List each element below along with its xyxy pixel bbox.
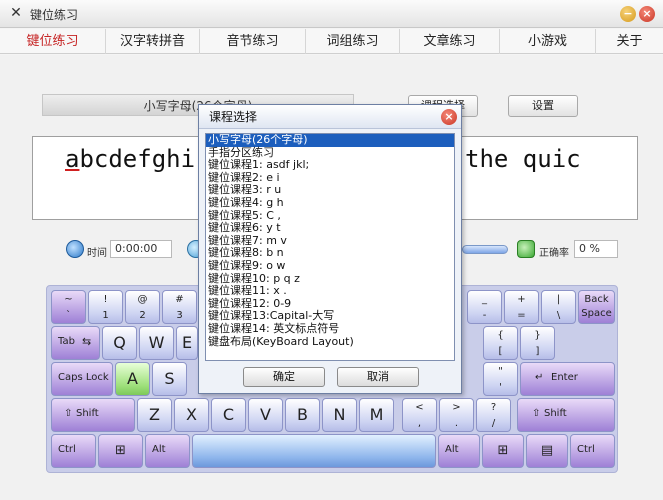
window-title: 键位练习 — [30, 8, 79, 22]
key-1[interactable]: ! 1 — [88, 290, 123, 324]
key-tab[interactable]: Tab ⇆ — [51, 326, 100, 360]
dialog-cancel-button[interactable]: 取消 — [337, 367, 419, 387]
course-item[interactable]: 键位课程6: y t — [206, 222, 454, 235]
settings-button[interactable]: 设置 — [508, 95, 578, 117]
key-quote[interactable]: " ' — [483, 362, 518, 396]
practice-text-end: the quic — [465, 145, 581, 173]
dialog-ok-button[interactable]: 确定 — [243, 367, 325, 387]
key-x[interactable]: X — [174, 398, 209, 432]
menu-article-practice[interactable]: 文章练习 — [400, 29, 500, 54]
course-item[interactable]: 键位课程14: 英文标点符号 — [206, 322, 454, 336]
key-right-win[interactable]: ⊞ — [482, 434, 524, 468]
key-right-bracket[interactable]: }] — [520, 326, 555, 360]
key-backslash[interactable]: | \ — [541, 290, 576, 324]
key-left-shift[interactable]: ⇧ Shift — [51, 398, 135, 432]
practice-text-rest: bcdefghi — [79, 145, 196, 173]
practice-text-start: abcdefghi — [65, 145, 195, 173]
course-item[interactable]: 键位课程11: x . — [206, 285, 454, 298]
key-s[interactable]: S — [152, 362, 187, 396]
title-bar: ✕ 键位练习 − × — [0, 0, 663, 28]
course-listbox[interactable]: 小写字母(26个字母) 手指分区练习 键位课程1: asdf jkl; 键位课程… — [205, 133, 455, 361]
key-q[interactable]: Q — [102, 326, 137, 360]
key-m[interactable]: M — [359, 398, 394, 432]
menu-syllable-practice[interactable]: 音节练习 — [200, 29, 306, 54]
key-comma[interactable]: <, — [402, 398, 437, 432]
current-char: a — [65, 145, 80, 173]
windows-logo-icon: ⊞ — [115, 443, 126, 458]
key-2[interactable]: @2 — [125, 290, 160, 324]
minimize-button[interactable]: − — [620, 6, 636, 22]
menu-mini-games[interactable]: 小游戏 — [500, 29, 596, 54]
key-b[interactable]: B — [285, 398, 320, 432]
key-z[interactable]: Z — [137, 398, 172, 432]
key-v[interactable]: V — [248, 398, 283, 432]
windows-logo-icon: ⊞ — [497, 443, 509, 458]
menu-bar: 键位练习 汉字转拼音 音节练习 词组练习 文章练习 小游戏 关于 — [0, 29, 663, 54]
menu-about[interactable]: 关于 — [596, 29, 663, 54]
course-item[interactable]: 键位课程1: asdf jkl; — [206, 159, 454, 172]
key-3[interactable]: #3 — [162, 290, 197, 324]
dialog-close-button[interactable]: × — [441, 109, 457, 125]
key-right-alt[interactable]: Alt — [438, 434, 480, 468]
course-item[interactable]: 键位课程9: o w — [206, 259, 454, 273]
course-item[interactable]: 键位课程4: g h — [206, 196, 454, 210]
time-label: 时间 — [87, 248, 107, 259]
dialog-title: 课程选择 — [199, 105, 461, 129]
key-minus[interactable]: _ - — [467, 290, 502, 324]
key-c[interactable]: C — [211, 398, 246, 432]
menu-key-icon: ▤ — [540, 443, 554, 458]
key-left-win[interactable]: ⊞ — [98, 434, 143, 468]
key-right-ctrl[interactable]: Ctrl — [570, 434, 615, 468]
close-button[interactable]: × — [639, 6, 655, 22]
menu-phrase-practice[interactable]: 词组练习 — [306, 29, 400, 54]
clock-icon — [66, 240, 84, 258]
app-logo-icon: ✕ — [10, 5, 22, 21]
course-item[interactable]: 键盘布局(KeyBoard Layout) — [206, 335, 454, 349]
key-backtick[interactable]: ~ ` — [51, 290, 86, 324]
accuracy-label: 正确率 — [539, 248, 569, 259]
key-menu[interactable]: ▤ — [526, 434, 568, 468]
key-period[interactable]: >. — [439, 398, 474, 432]
key-enter[interactable]: ↵ Enter — [520, 362, 615, 396]
key-space[interactable] — [192, 434, 436, 468]
key-left-bracket[interactable]: {[ — [483, 326, 518, 360]
time-value: 0:00:00 — [110, 240, 172, 258]
key-backspace[interactable]: Back Space — [578, 290, 615, 324]
key-left-ctrl[interactable]: Ctrl — [51, 434, 96, 468]
key-equals[interactable]: + = — [504, 290, 539, 324]
course-select-dialog: 课程选择 × 小写字母(26个字母) 手指分区练习 键位课程1: asdf jk… — [198, 104, 462, 394]
key-a[interactable]: A — [115, 362, 150, 396]
accuracy-value: 0 % — [574, 240, 618, 258]
progress-bar — [462, 245, 508, 254]
key-capslock[interactable]: Caps Lock — [51, 362, 113, 396]
course-item[interactable]: 小写字母(26个字母) — [206, 134, 454, 147]
accuracy-icon — [517, 240, 535, 258]
key-n[interactable]: N — [322, 398, 357, 432]
key-left-alt[interactable]: Alt — [145, 434, 190, 468]
key-slash[interactable]: ? / — [476, 398, 511, 432]
key-e[interactable]: E — [176, 326, 198, 360]
key-w[interactable]: W — [139, 326, 174, 360]
menu-key-practice[interactable]: 键位练习 — [0, 29, 106, 54]
menu-hanzi-to-pinyin[interactable]: 汉字转拼音 — [106, 29, 200, 54]
key-right-shift[interactable]: ⇧ Shift — [517, 398, 615, 432]
